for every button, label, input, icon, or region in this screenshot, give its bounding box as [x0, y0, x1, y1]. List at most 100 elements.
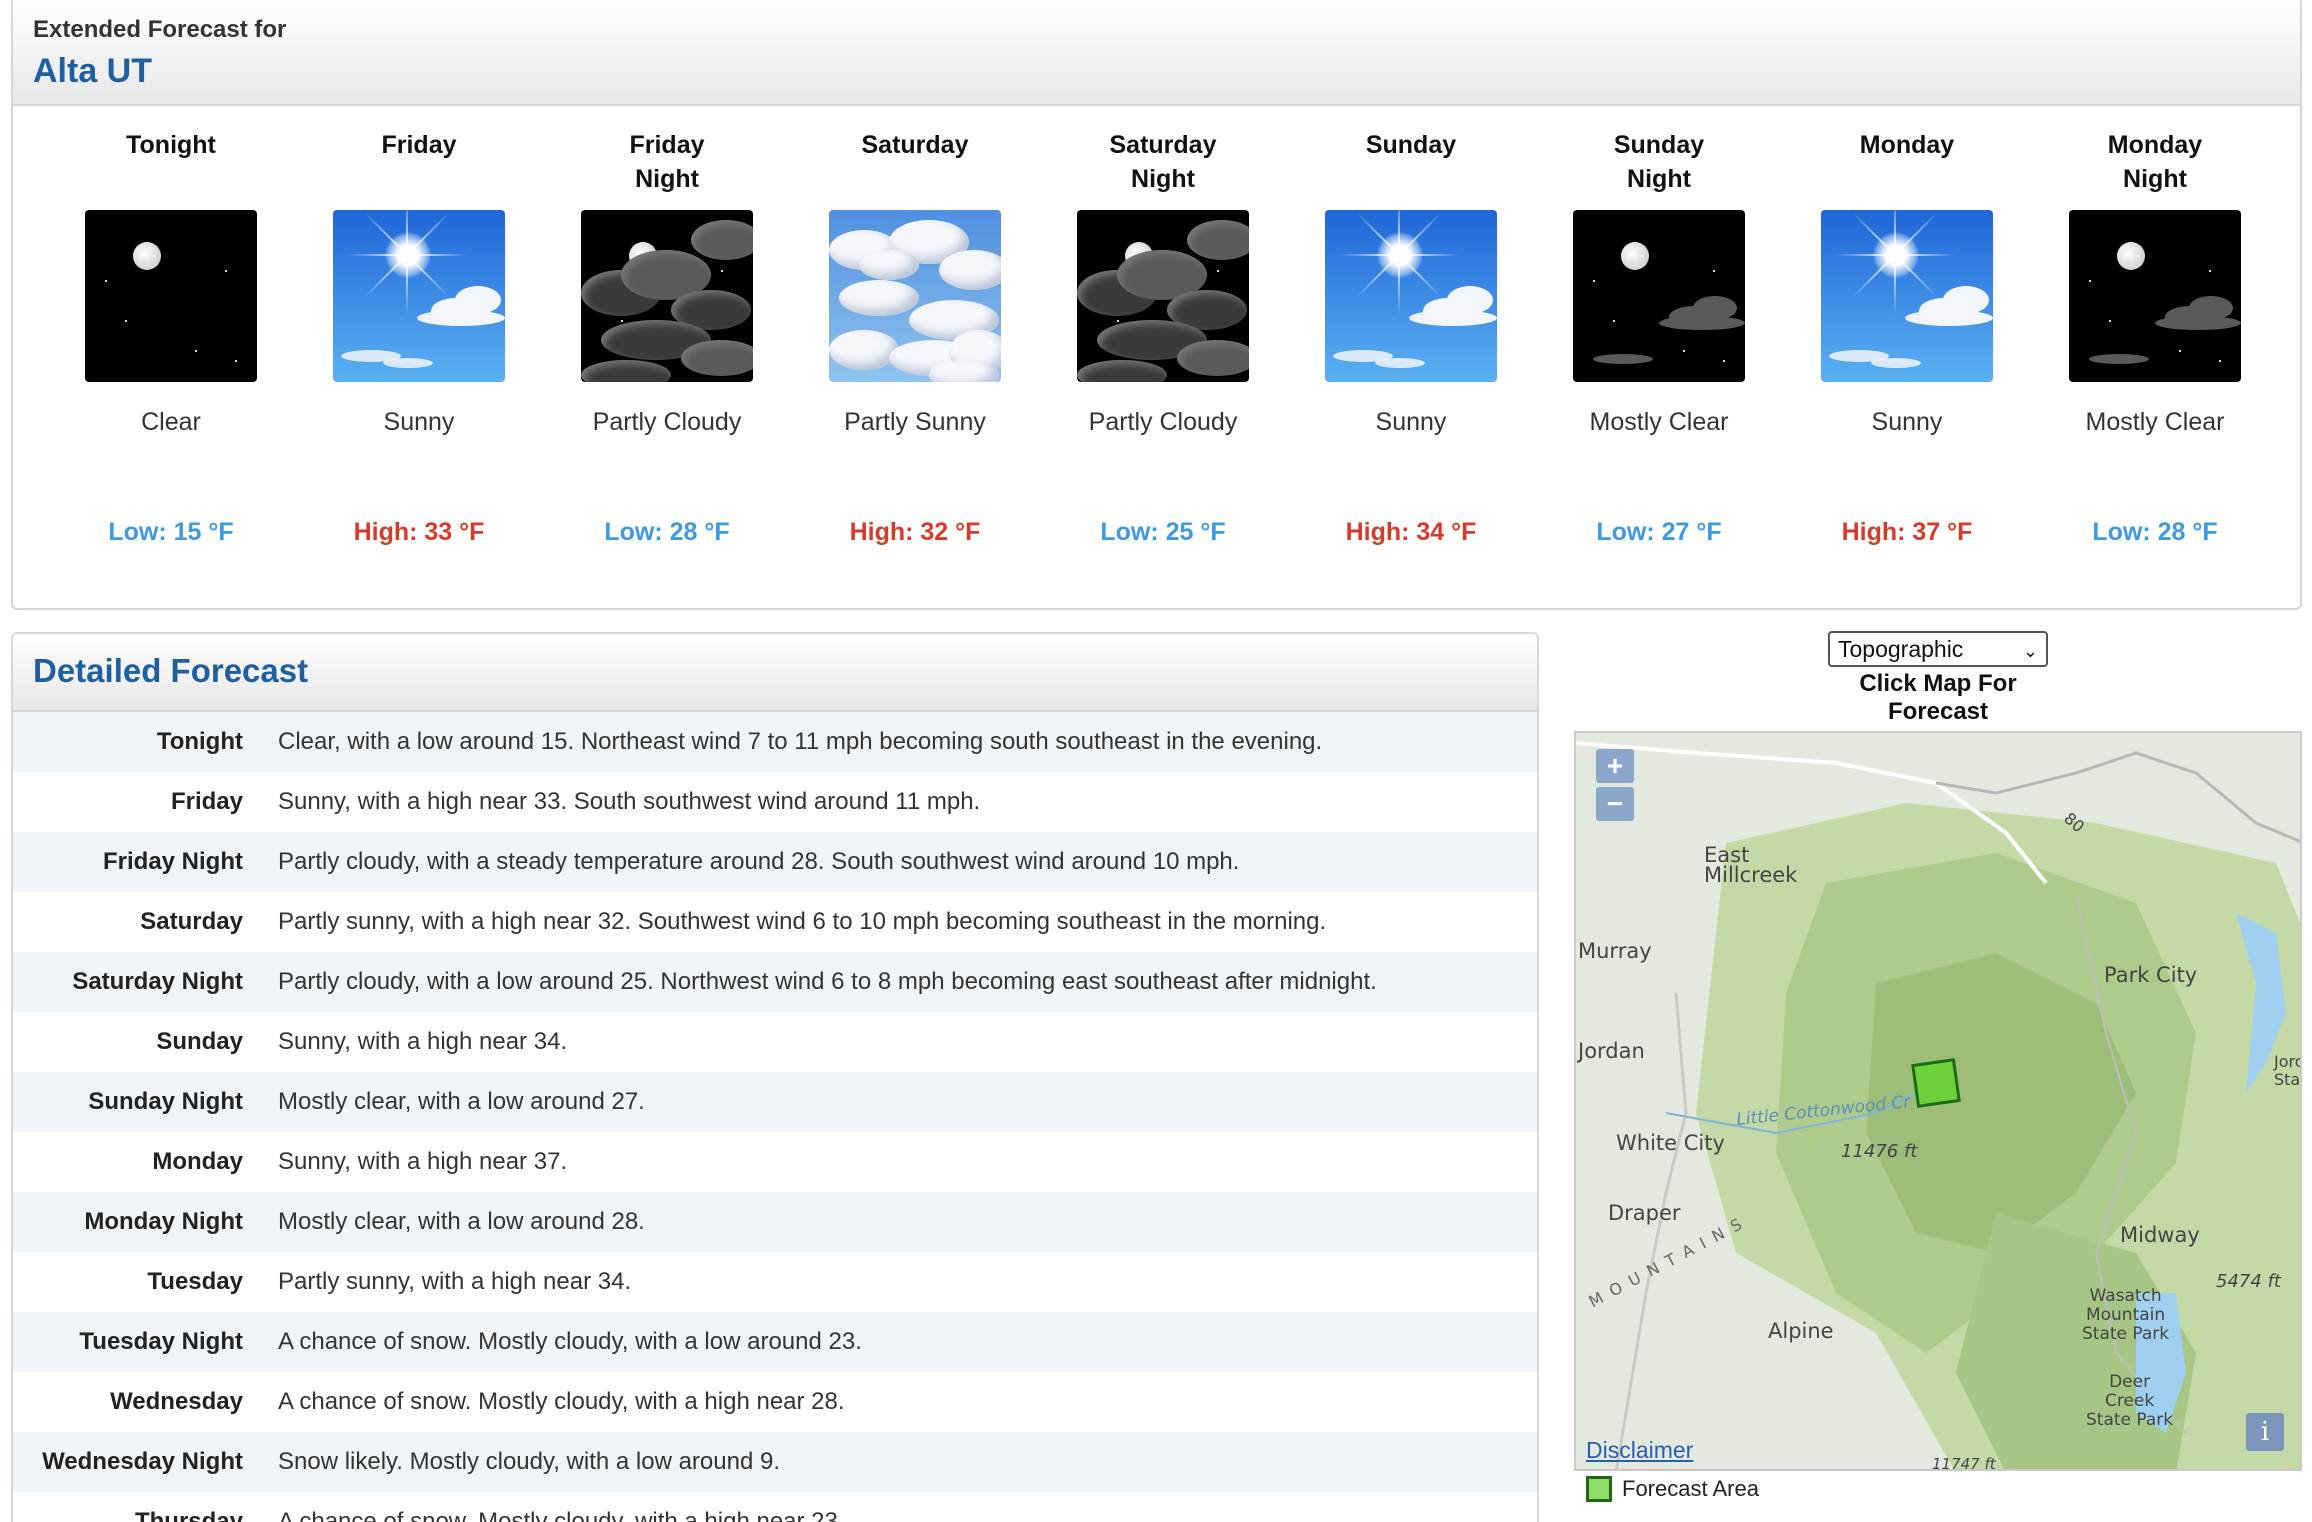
period-name: Saturday Night	[1109, 131, 1217, 193]
detailed-forecast-text: Mostly clear, with a low around 28.	[278, 1208, 645, 1235]
forecast-area-swatch-icon	[1586, 1476, 1612, 1502]
period-name: Tonight	[126, 131, 216, 159]
forecast-map[interactable]: + − East Millcreek Murray Park City Jord…	[1574, 731, 2302, 1471]
map-layer-select-value: Topographic	[1838, 636, 1964, 662]
map-label-alpine: Alpine	[1768, 1319, 1834, 1343]
map-label-east-millcreek: East Millcreek	[1704, 843, 1798, 887]
extended-forecast-label: Extended Forecast for	[33, 16, 287, 43]
map-label-park-city: Park City	[2104, 963, 2198, 987]
detailed-forecast-period: Wednesday	[110, 1388, 243, 1415]
detailed-forecast-period: Sunday Night	[88, 1088, 243, 1115]
forecast-period[interactable]: Friday Night Partly Cloudy Low: 28 °F	[543, 106, 791, 547]
forecast-period[interactable]: Monday Sunny High: 37 °F	[1783, 106, 2031, 547]
forecast-period[interactable]: Saturday Night Partly Cloudy Low: 25 °F	[1039, 106, 1287, 547]
period-name: Monday Night	[2107, 131, 2203, 193]
map-layer-select[interactable]: Topographic ⌄	[1828, 631, 2048, 667]
period-description: Sunny	[1375, 408, 1447, 436]
period-temperature: High: 37 °F	[1841, 518, 1973, 546]
period-description: Partly Sunny	[844, 408, 986, 436]
detailed-forecast-row: Monday Sunny, with a high near 37.	[13, 1132, 1537, 1192]
forecast-period[interactable]: Tonight Clear Low: 15 °F	[47, 106, 295, 547]
detailed-forecast-period: Monday	[152, 1148, 243, 1175]
forecast-periods: Tonight Clear Low: 15 °F Friday Sunny High: 3…	[13, 106, 2300, 547]
detailed-forecast-period: Tonight	[156, 728, 243, 755]
period-description: Clear	[141, 408, 201, 436]
period-description: Mostly Clear	[2085, 408, 2225, 436]
zoom-out-button[interactable]: −	[1596, 787, 1634, 821]
detailed-forecast-text: Sunny, with a high near 33. South southw…	[278, 788, 981, 815]
detailed-forecast-text: Sunny, with a high near 37.	[278, 1148, 568, 1175]
detailed-forecast-text: Clear, with a low around 15. Northeast w…	[278, 728, 1323, 755]
detailed-forecast-text: Partly sunny, with a high near 34.	[278, 1268, 632, 1295]
sunny-icon	[1325, 210, 1497, 382]
detailed-forecast-period: Wednesday Night	[42, 1448, 243, 1475]
period-name: Saturday	[861, 131, 969, 159]
period-temperature: High: 34 °F	[1345, 518, 1477, 546]
detailed-forecast-period: Tuesday Night	[79, 1328, 243, 1355]
period-name: Sunday	[1365, 131, 1457, 159]
detailed-forecast-row: Monday Night Mostly clear, with a low aro…	[13, 1192, 1537, 1252]
detailed-forecast-row: Wednesday A chance of snow. Mostly cloudy…	[13, 1372, 1537, 1432]
detailed-forecast-text: Mostly clear, with a low around 27.	[278, 1088, 645, 1115]
detailed-forecast-period: Thursday	[134, 1508, 243, 1522]
forecast-period[interactable]: Sunday Sunny High: 34 °F	[1287, 106, 1535, 547]
period-temperature: High: 32 °F	[849, 518, 981, 546]
sunny-icon	[1821, 210, 1993, 382]
period-temperature: Low: 15 °F	[108, 518, 234, 546]
detailed-forecast-period: Monday Night	[84, 1208, 243, 1235]
mostly-clear-night-icon	[2069, 210, 2241, 382]
period-temperature: Low: 25 °F	[1100, 518, 1226, 546]
period-temperature: Low: 28 °F	[2092, 518, 2218, 546]
period-description: Sunny	[1871, 408, 1943, 436]
chevron-down-icon: ⌄	[2022, 641, 2038, 661]
period-description: Partly Cloudy	[592, 408, 742, 436]
detailed-forecast-title: Detailed Forecast	[33, 652, 309, 689]
detailed-forecast-row: Saturday Partly sunny, with a high near 3…	[13, 892, 1537, 952]
extended-forecast-panel: Extended Forecast for Alta UT Tonight Cle…	[11, 0, 2302, 610]
detailed-forecast-text: A chance of snow. Mostly cloudy, with a …	[278, 1388, 845, 1415]
detailed-forecast-text: Partly sunny, with a high near 32. South…	[278, 908, 1327, 935]
detailed-forecast-row: Wednesday Night Snow likely. Mostly cloud…	[13, 1432, 1537, 1492]
forecast-period[interactable]: Sunday Night Mostly Clear Low: 27 °F	[1535, 106, 1783, 547]
forecast-period[interactable]: Friday Sunny High: 33 °F	[295, 106, 543, 547]
detailed-forecast-row: Tuesday Night A chance of snow. Mostly cl…	[13, 1312, 1537, 1372]
forecast-area-marker[interactable]	[1911, 1058, 1961, 1108]
partly-cloudy-night-icon	[581, 210, 753, 382]
forecast-period[interactable]: Saturday Partly Sunny High: 32 °F	[791, 106, 1039, 547]
period-temperature: Low: 27 °F	[1596, 518, 1722, 546]
partly-cloudy-night-icon	[1077, 210, 1249, 382]
period-name: Sunday Night	[1613, 131, 1705, 193]
map-label-midway: Midway	[2120, 1223, 2200, 1247]
detailed-forecast-row: Sunday Night Mostly clear, with a low aro…	[13, 1072, 1537, 1132]
detailed-forecast-period: Sunday	[156, 1028, 243, 1055]
disclaimer-link[interactable]: Disclaimer	[1586, 1437, 1693, 1464]
map-label-wasatch-park: Wasatch Mountain State Park	[2082, 1286, 2170, 1344]
period-name: Friday Night	[629, 131, 705, 193]
map-label-elevation-south: 11747 ft	[1932, 1455, 1996, 1471]
detailed-forecast-row: Saturday Night Partly cloudy, with a low …	[13, 952, 1537, 1012]
detailed-forecast-period: Tuesday	[147, 1268, 243, 1295]
forecast-period[interactable]: Monday Night Mostly Clear Low: 28 °F	[2031, 106, 2279, 547]
detailed-forecast-text: A chance of snow. Mostly cloudy, with a …	[278, 1508, 845, 1522]
detailed-forecast-list: Tonight Clear, with a low around 15. Nort…	[13, 712, 1537, 1522]
zoom-in-button[interactable]: +	[1596, 749, 1634, 783]
clear-night-icon	[85, 210, 257, 382]
detailed-forecast-row: Friday Night Partly cloudy, with a steady…	[13, 832, 1537, 892]
map-label-elevation-midway: 5474 ft	[2216, 1271, 2281, 1292]
info-button[interactable]: i	[2246, 1413, 2284, 1451]
map-label-white-city: White City	[1616, 1131, 1725, 1155]
detailed-forecast-row: Tonight Clear, with a low around 15. Nort…	[13, 712, 1537, 772]
period-description: Mostly Clear	[1589, 408, 1729, 436]
map-caption: Click Map For Forecast	[1859, 670, 2017, 725]
map-label-jordan: Jordan	[1578, 1039, 1645, 1063]
map-legend-label: Forecast Area	[1622, 1476, 1759, 1501]
detailed-forecast-period: Saturday Night	[72, 968, 243, 995]
period-temperature: Low: 28 °F	[604, 518, 730, 546]
detailed-forecast-row: Friday Sunny, with a high near 33. South …	[13, 772, 1537, 832]
detailed-forecast-text: Partly cloudy, with a low around 25. Nor…	[278, 968, 1377, 995]
detailed-forecast-row: Sunday Sunny, with a high near 34.	[13, 1012, 1537, 1072]
detailed-forecast-text: Sunny, with a high near 34.	[278, 1028, 568, 1055]
detailed-forecast-row: Tuesday Partly sunny, with a high near 34…	[13, 1252, 1537, 1312]
detailed-forecast-row: Thursday A chance of snow. Mostly cloudy,…	[13, 1492, 1537, 1522]
map-legend: Forecast Area	[1586, 1476, 1759, 1502]
